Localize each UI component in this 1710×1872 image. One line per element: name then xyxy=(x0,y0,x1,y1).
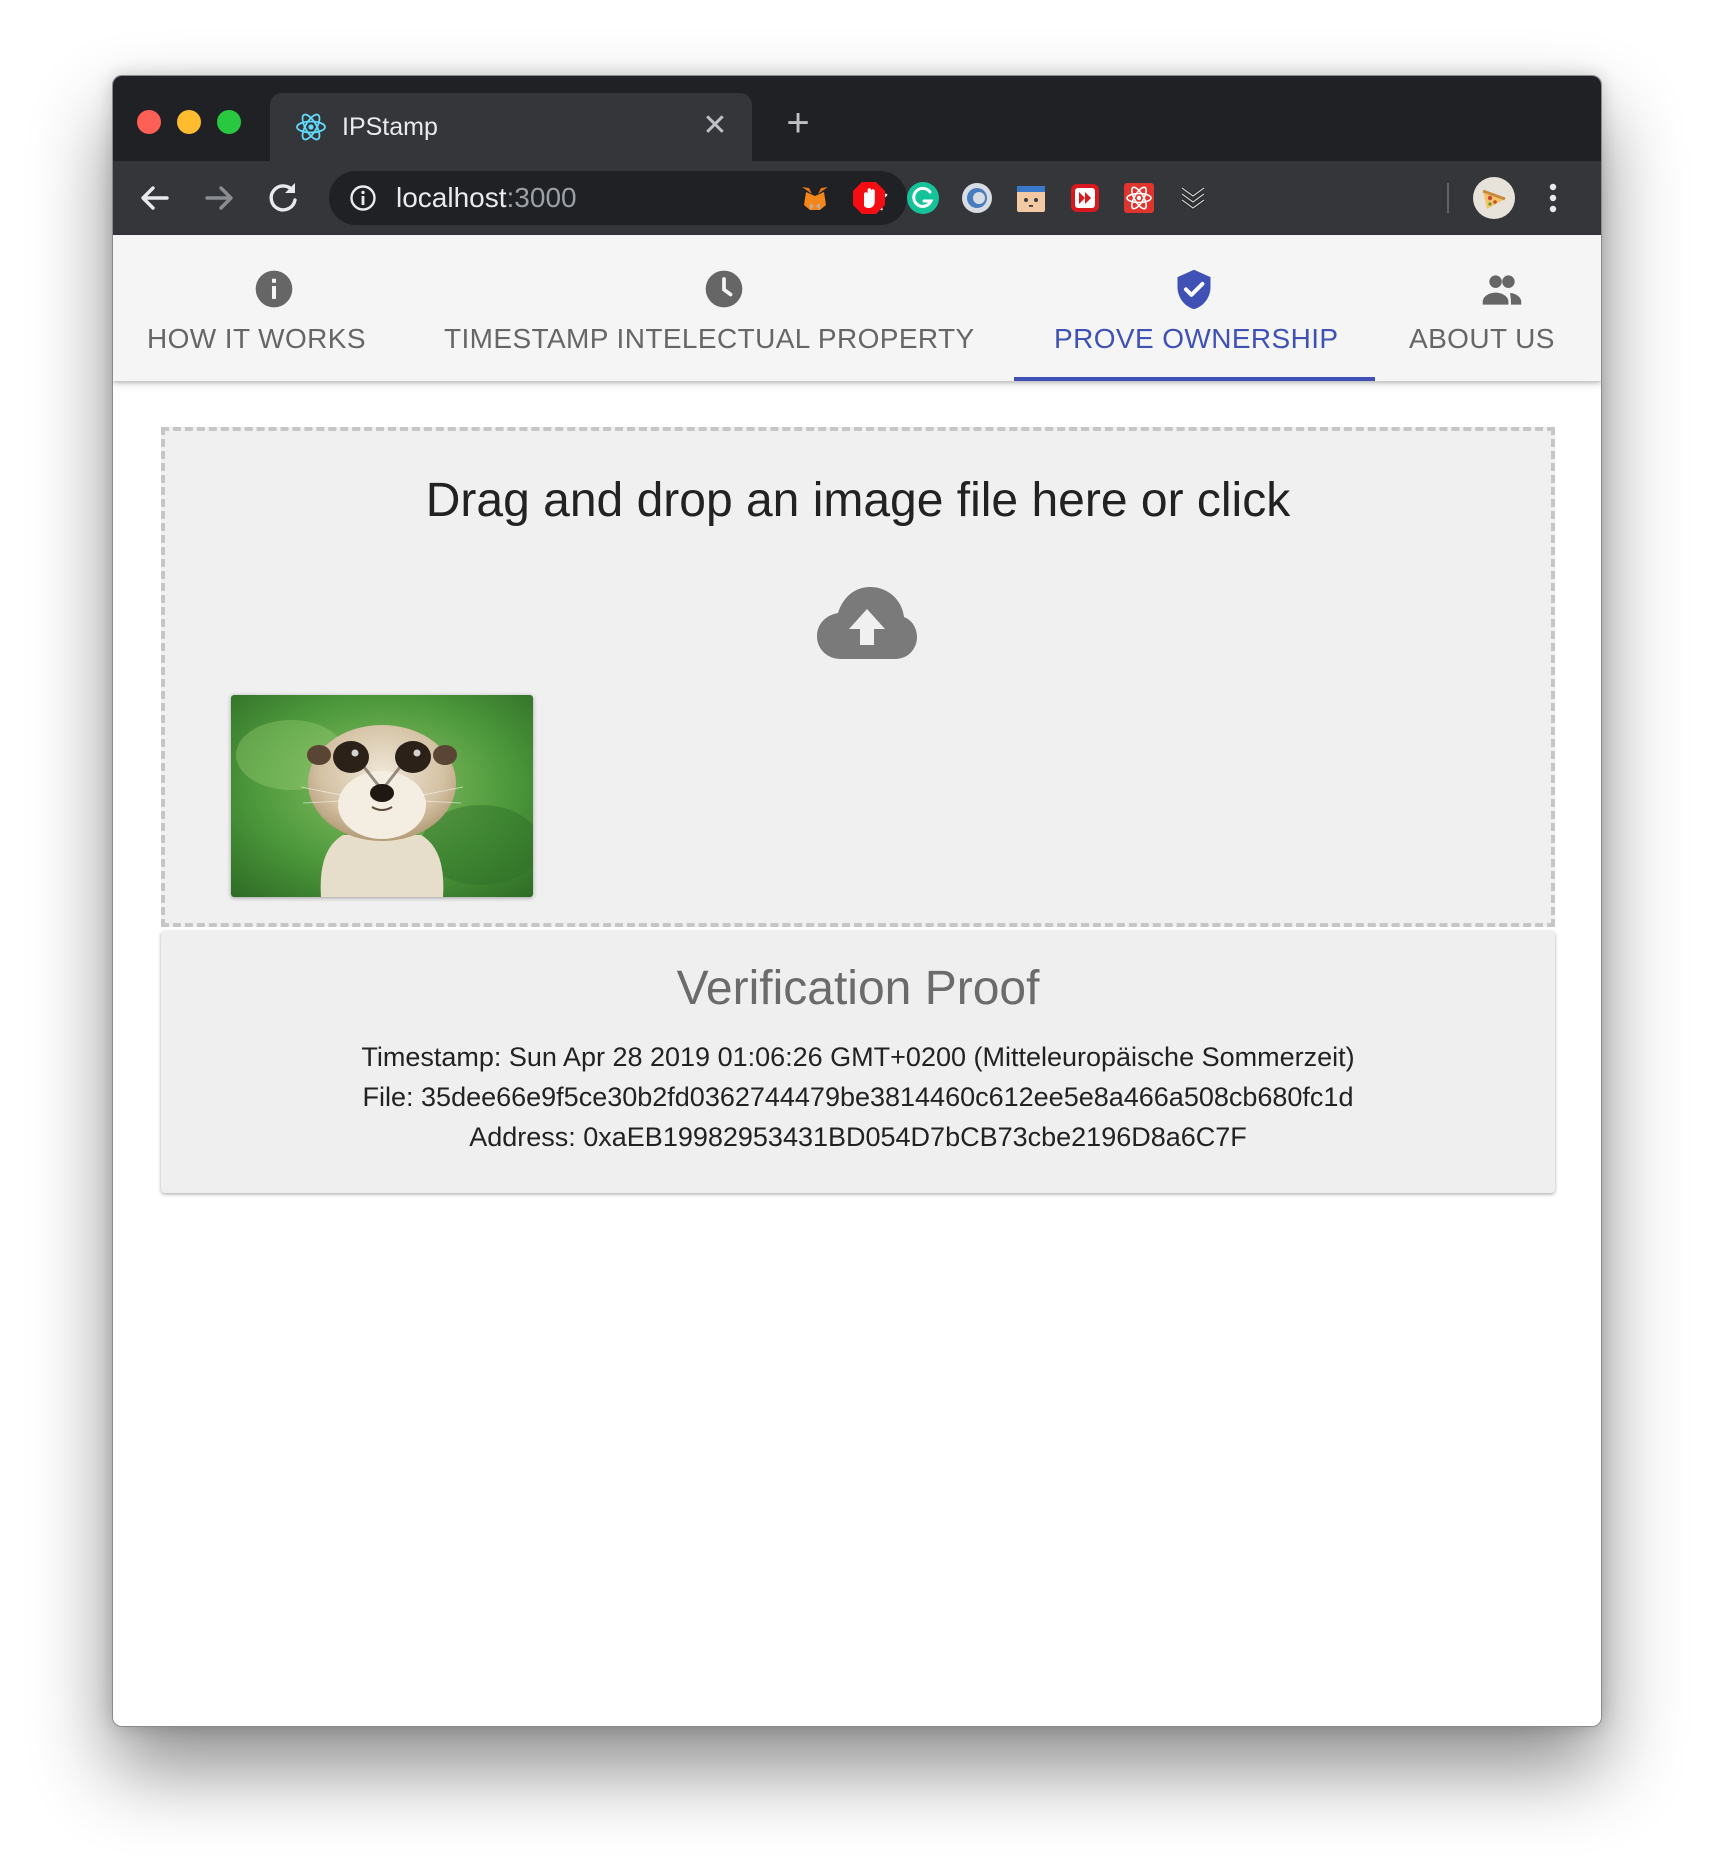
toolbar-divider xyxy=(1447,183,1449,213)
browser-menu-icon[interactable] xyxy=(1545,179,1561,217)
proof-file-hash: File: 35dee66e9f5ce30b2fd0362744479be381… xyxy=(362,1082,1354,1112)
extension-red-play-icon[interactable] xyxy=(1066,179,1104,217)
app-tab-bar: HOW IT WORKS TIMESTAMP INTELECTUAL PROPE… xyxy=(113,235,1601,381)
meerkat-photo xyxy=(231,695,533,897)
url-host: localhost xyxy=(396,182,507,213)
browser-window: IPStamp ✕ + localhost:3000 HOW IT WORKS … xyxy=(112,75,1602,1727)
uploaded-image-thumbnail xyxy=(231,695,533,897)
browser-tab-title: IPStamp xyxy=(342,113,438,141)
image-dropzone[interactable]: Drag and drop an image file here or clic… xyxy=(161,427,1555,927)
active-tab-indicator xyxy=(1014,377,1375,381)
tab-about-us[interactable]: ABOUT US xyxy=(1405,235,1595,381)
cloud-upload-icon xyxy=(817,587,917,659)
window-close-button[interactable] xyxy=(137,110,161,134)
forward-arrow-icon[interactable] xyxy=(195,174,243,222)
grammarly-icon[interactable] xyxy=(904,179,942,217)
browser-tab-strip: IPStamp ✕ + xyxy=(113,76,1601,161)
proof-address: Address: 0xaEB19982953431BD054D7bCB73cbe… xyxy=(469,1122,1247,1152)
window-zoom-button[interactable] xyxy=(217,110,241,134)
tab-how-it-works[interactable]: HOW IT WORKS xyxy=(143,235,405,381)
extension-chevrons-icon[interactable] xyxy=(1174,179,1212,217)
clock-icon xyxy=(705,270,743,308)
dropzone-instruction: Drag and drop an image file here or clic… xyxy=(425,474,1291,527)
extension-react-icon[interactable] xyxy=(1120,179,1158,217)
people-icon xyxy=(1482,275,1522,305)
extension-box-icon[interactable] xyxy=(1012,179,1050,217)
url-port: :3000 xyxy=(506,182,577,213)
tab-how-it-works-label: HOW IT WORKS xyxy=(147,323,366,354)
tab-close-icon[interactable]: ✕ xyxy=(696,107,734,145)
tab-about-us-label: ABOUT US xyxy=(1409,323,1555,354)
pizza-avatar-icon xyxy=(1482,189,1506,209)
url-text: localhost:3000 xyxy=(396,171,577,225)
new-tab-button[interactable]: + xyxy=(773,98,823,148)
tab-timestamp-ip-label: TIMESTAMP INTELECTUAL PROPERTY xyxy=(444,323,975,354)
tab-timestamp-ip[interactable]: TIMESTAMP INTELECTUAL PROPERTY xyxy=(440,235,1008,381)
tab-prove-ownership-label: PROVE OWNERSHIP xyxy=(1054,323,1339,354)
reload-icon[interactable] xyxy=(259,174,307,222)
window-minimize-button[interactable] xyxy=(177,110,201,134)
profile-avatar[interactable] xyxy=(1473,177,1515,219)
info-icon xyxy=(255,270,293,308)
tab-prove-ownership[interactable]: PROVE OWNERSHIP xyxy=(1014,235,1375,381)
adblock-icon[interactable] xyxy=(850,179,888,217)
proof-timestamp: Timestamp: Sun Apr 28 2019 01:06:26 GMT+… xyxy=(361,1042,1355,1072)
browser-tab-ipstamp[interactable]: IPStamp ✕ xyxy=(270,93,752,161)
metamask-icon[interactable] xyxy=(796,179,834,217)
extension-blue-icon[interactable] xyxy=(958,179,996,217)
browser-toolbar: localhost:3000 xyxy=(113,161,1601,235)
back-arrow-icon[interactable] xyxy=(131,174,179,222)
page-viewport: HOW IT WORKS TIMESTAMP INTELECTUAL PROPE… xyxy=(113,235,1601,1726)
react-favicon-icon xyxy=(296,113,326,141)
proof-title: Verification Proof xyxy=(676,962,1040,1015)
verification-proof-card: Verification Proof Timestamp: Sun Apr 28… xyxy=(161,931,1555,1193)
site-info-icon[interactable] xyxy=(349,184,377,212)
verified-shield-icon xyxy=(1177,269,1211,310)
